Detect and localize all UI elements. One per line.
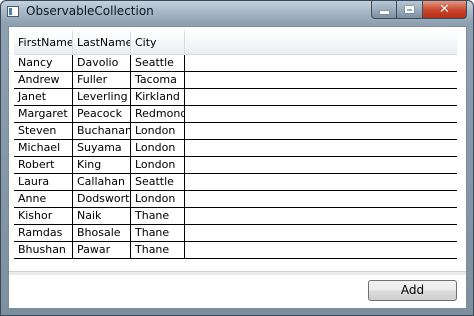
cell-city[interactable]: Redmond (131, 106, 185, 123)
cell-firstname[interactable]: Ramdas (14, 225, 73, 242)
cell-lastname[interactable]: Naik (73, 208, 131, 225)
cell-firstname[interactable]: Anne (14, 191, 73, 208)
table-row[interactable]: Robert King London (14, 157, 457, 174)
row-filler (185, 208, 457, 225)
table-row[interactable]: Kishor Naik Thane (14, 208, 457, 225)
row-filler (185, 191, 457, 208)
table-row[interactable]: Michael Suyama London (14, 140, 457, 157)
column-header-filler (185, 31, 457, 55)
cell-lastname[interactable]: Dodsworth (73, 191, 131, 208)
cell-lastname[interactable]: Pawar (73, 242, 131, 259)
cell-lastname[interactable]: King (73, 157, 131, 174)
app-icon (7, 6, 19, 17)
cell-lastname[interactable]: Davolio (73, 55, 131, 72)
cell-city[interactable]: Thane (131, 225, 185, 242)
table-row[interactable]: Bhushan Pawar Thane (14, 242, 457, 259)
cell-lastname[interactable]: Buchanan (73, 123, 131, 140)
title-bar[interactable]: ObservableCollection ✕ (1, 1, 473, 23)
add-button[interactable]: Add (368, 280, 457, 301)
minimize-icon (379, 11, 389, 14)
cell-firstname[interactable]: Robert (14, 157, 73, 174)
maximize-icon (405, 6, 414, 13)
row-filler (185, 123, 457, 140)
cell-firstname[interactable]: Steven (14, 123, 73, 140)
cell-firstname[interactable]: Laura (14, 174, 73, 191)
row-filler (185, 174, 457, 191)
cell-firstname[interactable]: Janet (14, 89, 73, 106)
grid-bottom-border (9, 271, 466, 275)
cell-city[interactable]: Thane (131, 208, 185, 225)
row-filler (185, 140, 457, 157)
data-grid[interactable]: FirstName LastName City Nancy Davolio Seat… (9, 27, 466, 271)
table-row[interactable]: Steven Buchanan London (14, 123, 457, 140)
row-filler (185, 106, 457, 123)
cell-city[interactable]: Kirkland (131, 89, 185, 106)
maximize-button[interactable] (397, 1, 423, 19)
cell-city[interactable]: Thane (131, 242, 185, 259)
cell-lastname[interactable]: Peacock (73, 106, 131, 123)
table-row[interactable]: Laura Callahan Seattle (14, 174, 457, 191)
cell-firstname[interactable]: Margaret (14, 106, 73, 123)
window-controls: ✕ (371, 1, 467, 19)
table-row[interactable]: Margaret Peacock Redmond (14, 106, 457, 123)
close-button[interactable]: ✕ (423, 1, 467, 19)
cell-city[interactable]: London (131, 123, 185, 140)
window-title: ObservableCollection (26, 4, 154, 18)
column-header-lastname[interactable]: LastName (73, 31, 131, 55)
cell-city[interactable]: Seattle (131, 174, 185, 191)
cell-city[interactable]: London (131, 140, 185, 157)
cell-city[interactable]: London (131, 191, 185, 208)
cell-lastname[interactable]: Callahan (73, 174, 131, 191)
cell-firstname[interactable]: Nancy (14, 55, 73, 72)
grid-rows: Nancy Davolio Seattle Andrew Fuller Tacoma Jan… (14, 55, 457, 259)
cell-city[interactable]: Tacoma (131, 72, 185, 89)
cell-lastname[interactable]: Leverling (73, 89, 131, 106)
row-filler (185, 89, 457, 106)
minimize-button[interactable] (371, 1, 397, 19)
table-row[interactable]: Janet Leverling Kirkland (14, 89, 457, 106)
table-row[interactable]: Nancy Davolio Seattle (14, 55, 457, 72)
row-filler (185, 225, 457, 242)
cell-city[interactable]: London (131, 157, 185, 174)
cell-lastname[interactable]: Suyama (73, 140, 131, 157)
cell-firstname[interactable]: Michael (14, 140, 73, 157)
cell-firstname[interactable]: Andrew (14, 72, 73, 89)
cell-firstname[interactable]: Kishor (14, 208, 73, 225)
row-filler (185, 55, 457, 72)
row-filler (185, 157, 457, 174)
app-window: ObservableCollection ✕ FirstName LastNam… (0, 0, 474, 316)
row-filler (185, 72, 457, 89)
close-icon: ✕ (439, 2, 450, 17)
cell-city[interactable]: Seattle (131, 55, 185, 72)
grid-header: FirstName LastName City (14, 31, 457, 55)
cell-lastname[interactable]: Bhosale (73, 225, 131, 242)
cell-lastname[interactable]: Fuller (73, 72, 131, 89)
column-header-city[interactable]: City (131, 31, 185, 55)
column-header-firstname[interactable]: FirstName (14, 31, 73, 55)
client-area: FirstName LastName City Nancy Davolio Seat… (8, 26, 467, 309)
table-row[interactable]: Anne Dodsworth London (14, 191, 457, 208)
row-filler (185, 242, 457, 259)
table-row[interactable]: Ramdas Bhosale Thane (14, 225, 457, 242)
cell-firstname[interactable]: Bhushan (14, 242, 73, 259)
table-row[interactable]: Andrew Fuller Tacoma (14, 72, 457, 89)
